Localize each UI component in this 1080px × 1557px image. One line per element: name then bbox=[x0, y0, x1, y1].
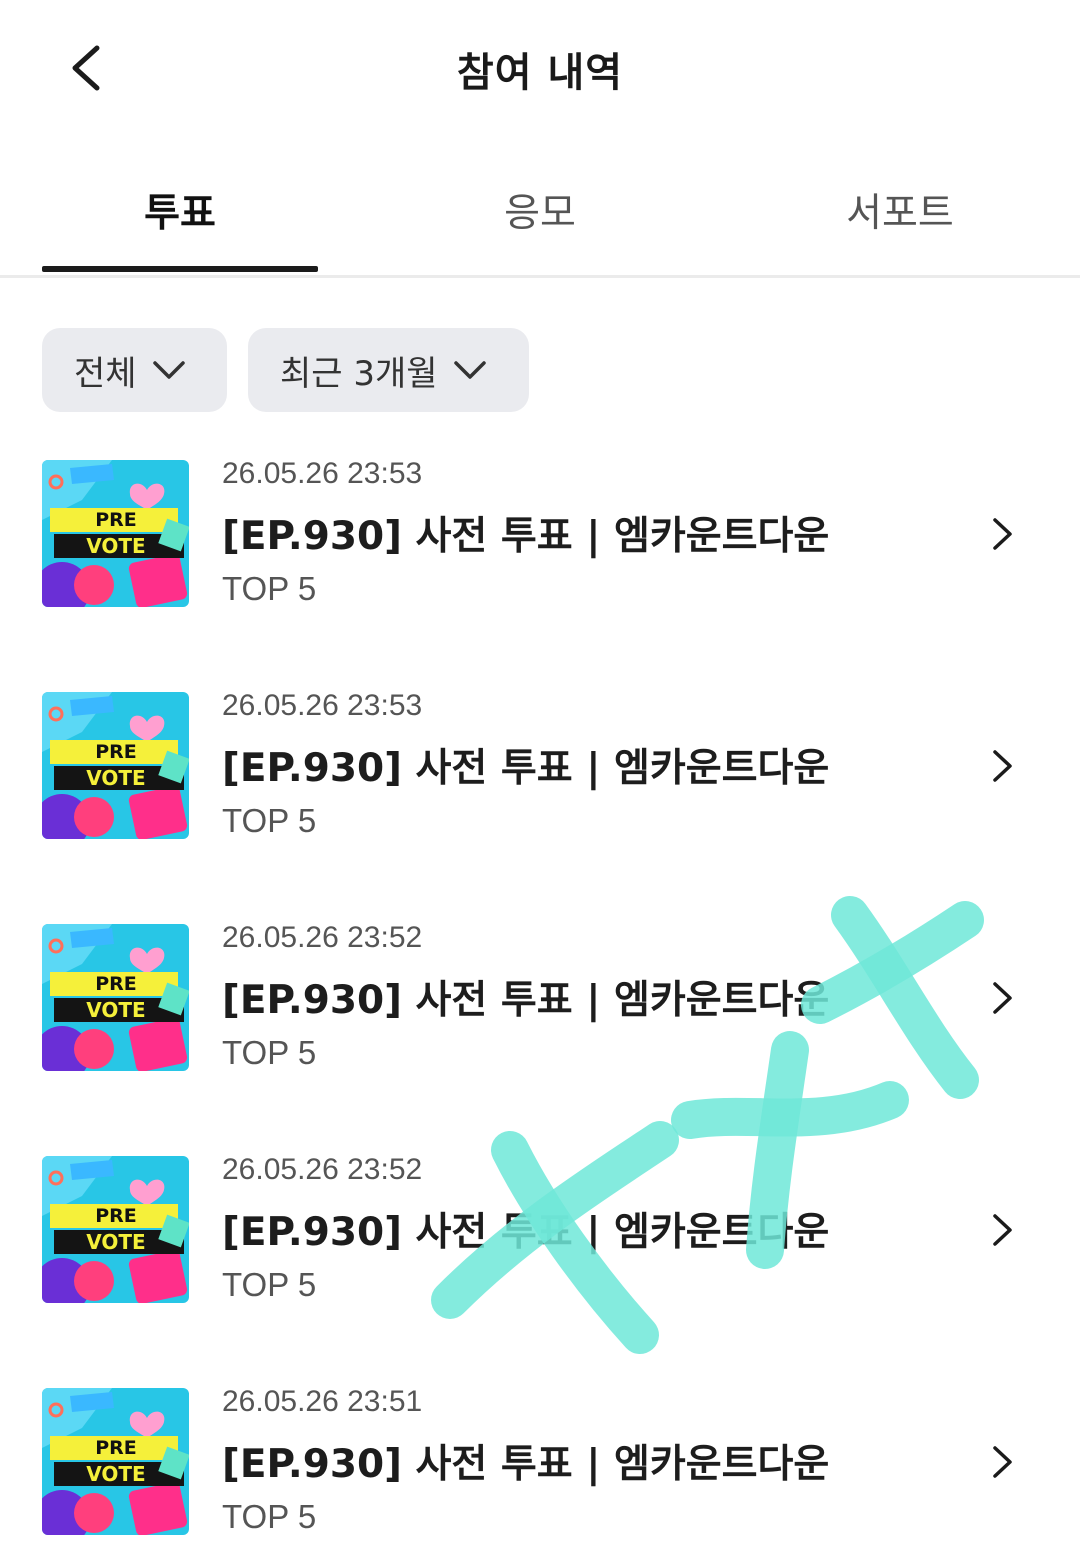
app-header: 참여 내역 bbox=[0, 0, 1080, 140]
item-date: 26.05.26 23:53 bbox=[222, 689, 423, 722]
item-rank: TOP 5 bbox=[222, 570, 317, 607]
tab-support[interactable]: 서포트 bbox=[720, 182, 1080, 238]
thumbnail-pre-text: PRE bbox=[95, 509, 137, 531]
item-date: 26.05.26 23:51 bbox=[222, 1385, 423, 1418]
chevron-right-icon bbox=[985, 1206, 1019, 1254]
chevron-right-icon bbox=[985, 742, 1019, 790]
list-item-4[interactable]: PRE VOTE 26.05.26 23:52 [EP.930] 사전 투표 |… bbox=[0, 1151, 1080, 1311]
page-title: 참여 내역 bbox=[456, 50, 624, 96]
thumbnail-vote-text: VOTE bbox=[86, 998, 145, 1022]
chevron-down-icon bbox=[453, 361, 486, 379]
item-title: [EP.930] 사전 투표 | 엠카운트다운 bbox=[222, 514, 830, 559]
list-item-1[interactable]: PRE VOTE 26.05.26 23:53 [EP.930] 사전 투표 |… bbox=[0, 455, 1080, 615]
pre-vote-thumbnail: PRE VOTE bbox=[42, 1156, 189, 1303]
item-title: [EP.930] 사전 투표 | 엠카운트다운 bbox=[222, 978, 830, 1023]
item-title: [EP.930] 사전 투표 | 엠카운트다운 bbox=[222, 1210, 830, 1255]
pre-vote-thumbnail: PRE VOTE bbox=[42, 692, 189, 839]
thumbnail-pre-text: PRE bbox=[95, 973, 137, 995]
thumbnail-pre-text: PRE bbox=[95, 1437, 137, 1459]
item-date: 26.05.26 23:52 bbox=[222, 1153, 423, 1186]
item-date: 26.05.26 23:52 bbox=[222, 921, 423, 954]
chevron-right-icon bbox=[985, 510, 1019, 558]
pre-vote-thumbnail: PRE VOTE bbox=[42, 460, 189, 607]
item-date: 26.05.26 23:53 bbox=[222, 457, 423, 490]
chevron-right-icon bbox=[985, 974, 1019, 1022]
tab-bar: 투표 응모 서포트 bbox=[0, 160, 1080, 278]
item-rank: TOP 5 bbox=[222, 1498, 317, 1535]
period-filter-dropdown[interactable]: 최근 3개월 bbox=[248, 328, 529, 412]
tab-entry[interactable]: 응모 bbox=[360, 182, 720, 238]
thumbnail-vote-text: VOTE bbox=[86, 1230, 145, 1254]
active-tab-indicator bbox=[42, 266, 318, 272]
pre-vote-thumbnail: PRE VOTE bbox=[42, 1388, 189, 1535]
list-item-2[interactable]: PRE VOTE 26.05.26 23:53 [EP.930] 사전 투표 |… bbox=[0, 687, 1080, 847]
tab-vote[interactable]: 투표 bbox=[0, 182, 360, 238]
category-filter-label: 전체 bbox=[74, 353, 137, 394]
thumbnail-pre-text: PRE bbox=[95, 741, 137, 763]
item-rank: TOP 5 bbox=[222, 802, 317, 839]
chevron-right-icon bbox=[985, 1438, 1019, 1486]
item-rank: TOP 5 bbox=[222, 1266, 317, 1303]
item-rank: TOP 5 bbox=[222, 1034, 317, 1071]
item-title: [EP.930] 사전 투표 | 엠카운트다운 bbox=[222, 1442, 830, 1487]
period-filter-label: 최근 3개월 bbox=[280, 353, 438, 394]
pre-vote-thumbnail: PRE VOTE bbox=[42, 924, 189, 1071]
thumbnail-vote-text: VOTE bbox=[86, 1462, 145, 1486]
list-item-3[interactable]: PRE VOTE 26.05.26 23:52 [EP.930] 사전 투표 |… bbox=[0, 919, 1080, 1079]
list-item-5[interactable]: PRE VOTE 26.05.26 23:51 [EP.930] 사전 투표 |… bbox=[0, 1383, 1080, 1543]
thumbnail-pre-text: PRE bbox=[95, 1205, 137, 1227]
thumbnail-vote-text: VOTE bbox=[86, 766, 145, 790]
thumbnail-vote-text: VOTE bbox=[86, 534, 145, 558]
chevron-down-icon bbox=[152, 361, 185, 379]
item-title: [EP.930] 사전 투표 | 엠카운트다운 bbox=[222, 746, 830, 791]
category-filter-dropdown[interactable]: 전체 bbox=[42, 328, 227, 412]
